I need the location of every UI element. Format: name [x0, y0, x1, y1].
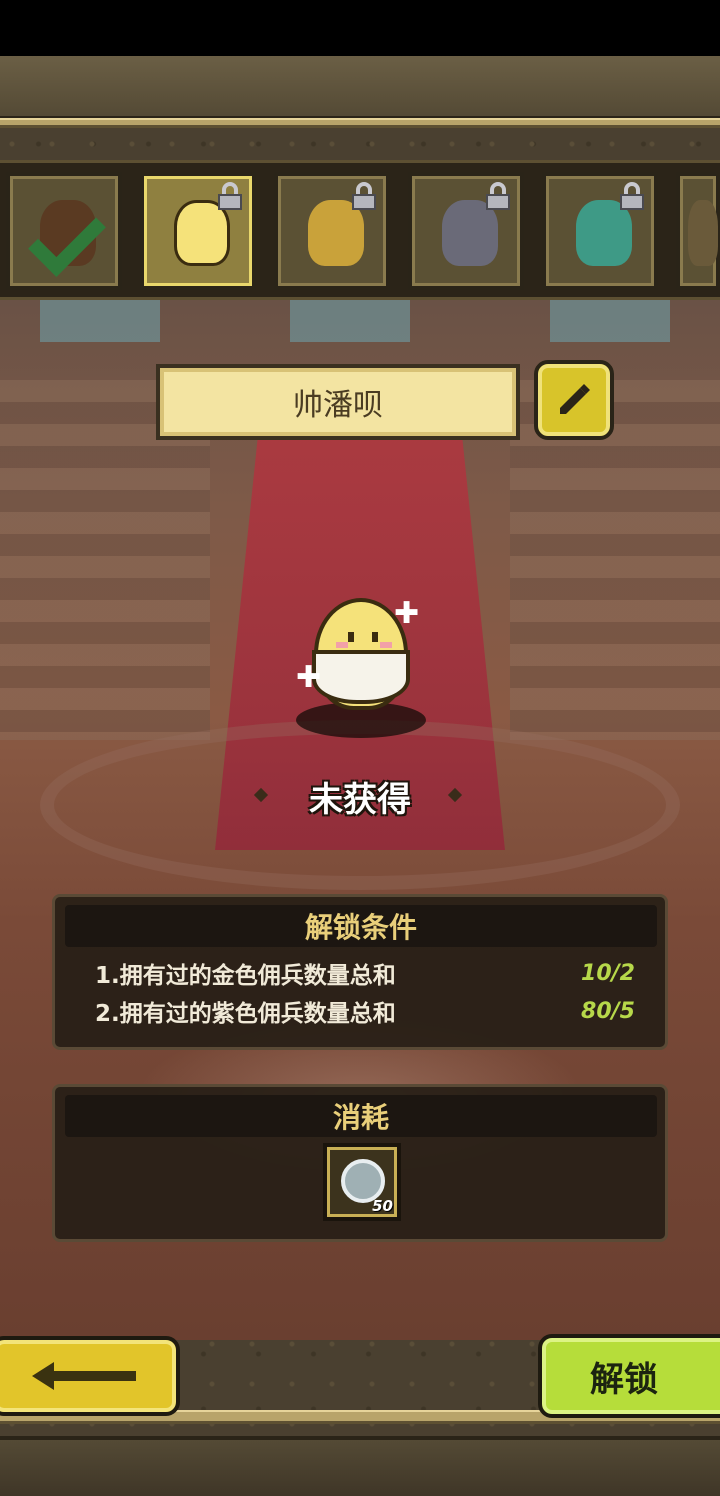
arrow-left-icon — [32, 1362, 136, 1390]
check-icon — [28, 199, 106, 277]
back-button[interactable] — [0, 1336, 180, 1416]
lock-icon — [352, 182, 376, 210]
status-bar — [0, 0, 720, 56]
panel-header: 消耗 — [65, 1095, 657, 1137]
sprite-eye — [348, 632, 354, 642]
condition-row: 1.拥有过的金色佣兵数量总和 10/2 — [95, 955, 635, 991]
sprite-blush — [380, 642, 392, 648]
lock-icon — [218, 182, 242, 210]
window — [550, 300, 670, 342]
edit-name-button[interactable] — [534, 360, 614, 440]
character-tab-2[interactable] — [140, 172, 256, 290]
condition-text: 1.拥有过的金色佣兵数量总和 — [95, 963, 396, 989]
unlock-conditions-panel: 解锁条件 1.拥有过的金色佣兵数量总和 10/2 2.拥有过的紫色佣兵数量总和 … — [52, 894, 668, 1050]
panel-header: 解锁条件 — [65, 905, 657, 947]
sparkle-icon: ✚ — [394, 596, 420, 631]
window — [40, 300, 160, 342]
cost-item-slot[interactable]: 50 — [323, 1143, 401, 1221]
unlock-button[interactable]: 解锁 — [538, 1334, 720, 1418]
lock-icon — [620, 182, 644, 210]
panel-title: 解锁条件 — [304, 911, 417, 944]
character-name-field: 帅潘呗 — [156, 364, 520, 440]
character-avatar — [688, 200, 718, 266]
condition-text: 2.拥有过的紫色佣兵数量总和 — [95, 1001, 396, 1027]
sprite-shell — [312, 650, 410, 704]
lock-icon — [486, 182, 510, 210]
top-rail — [0, 118, 720, 128]
stone-bottom-border — [0, 1436, 720, 1496]
sprite-blush — [336, 642, 348, 648]
character-tab-3[interactable] — [274, 172, 390, 290]
character-tab-5[interactable] — [542, 172, 658, 290]
condition-progress: 10/2 — [581, 960, 635, 986]
pencil-icon — [560, 384, 590, 414]
unlock-label: 解锁 — [590, 1359, 658, 1400]
stone-top-border — [0, 56, 720, 120]
window — [290, 300, 410, 342]
sparkle-icon: ✚ — [296, 660, 322, 695]
character-name: 帅潘呗 — [293, 388, 383, 423]
condition-progress: 80/5 — [581, 998, 635, 1024]
character-tab-1[interactable] — [6, 172, 122, 290]
acquisition-status: 未获得 — [0, 772, 720, 821]
sprite-eye — [372, 632, 378, 642]
character-tab-4[interactable] — [408, 172, 524, 290]
status-text: 未获得 — [309, 780, 411, 820]
cost-quantity: 50 — [372, 1197, 393, 1215]
condition-row: 2.拥有过的紫色佣兵数量总和 80/5 — [95, 993, 635, 1029]
cost-panel: 消耗 50 — [52, 1084, 668, 1242]
panel-title: 消耗 — [332, 1101, 389, 1134]
character-tab-6[interactable] — [676, 172, 720, 290]
